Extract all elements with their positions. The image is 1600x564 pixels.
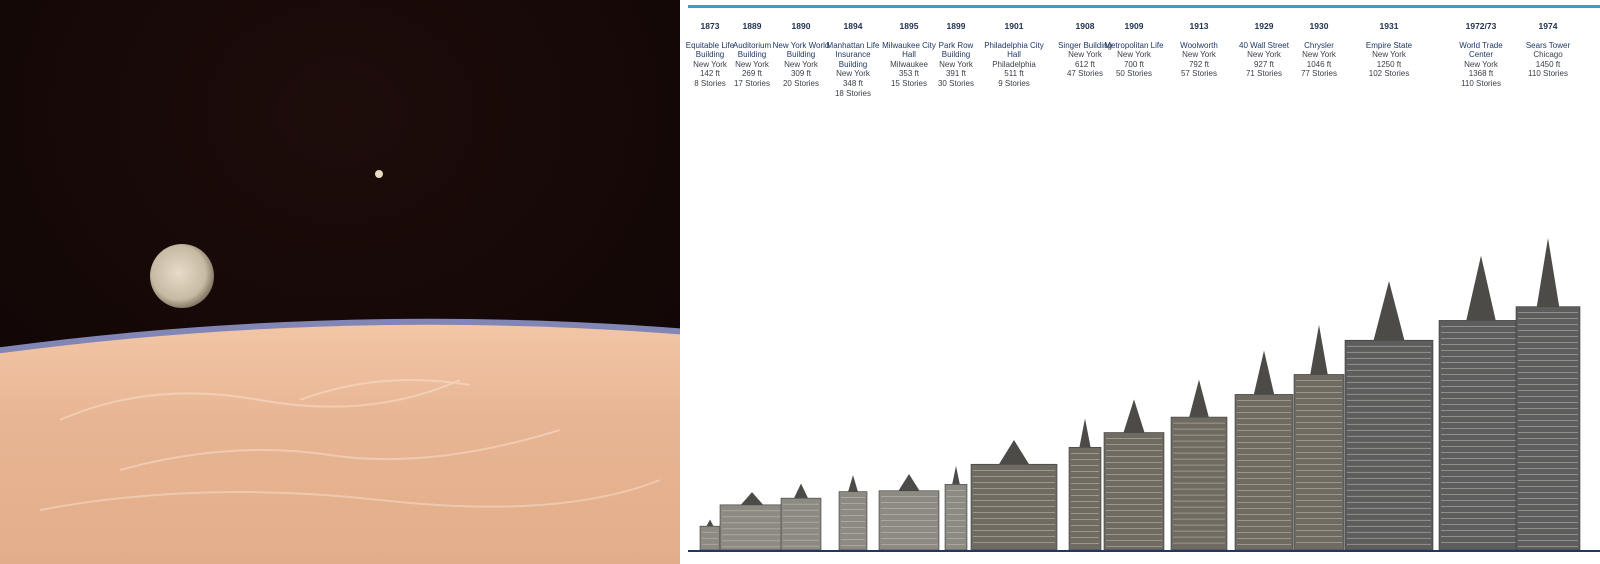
- building-height: 391 ft: [945, 69, 966, 79]
- building-info-column: 1972/73 World Trade Center New York 1368 ft…: [1449, 21, 1513, 89]
- building-silhouette: [878, 474, 940, 551]
- building-silhouette: [1234, 350, 1294, 551]
- building-city: Chicago: [1533, 50, 1563, 60]
- building-info-column: 1901 Philadelphia City Hall Philadelphia 51…: [982, 21, 1046, 89]
- building-height: 1450 ft: [1535, 59, 1561, 69]
- large-moon-icon: [150, 244, 214, 308]
- building-info-column: 1909 Metropolitan Life New York 700 ft 50 St…: [1102, 21, 1166, 79]
- building-silhouette: [1438, 255, 1524, 551]
- skyscraper-infographic: 1873 Equitable Life Building New York 142 f…: [680, 0, 1600, 564]
- building-stories: 110 Stories: [1528, 69, 1568, 79]
- building-city: New York: [1302, 50, 1336, 60]
- building-city: Philadelphia: [992, 59, 1036, 69]
- building-year: 1931: [1379, 21, 1399, 31]
- building-silhouette: [1068, 418, 1102, 551]
- building-city: New York: [939, 59, 973, 69]
- building-name: Park Row Building: [938, 40, 974, 60]
- building-year: 1909: [1124, 21, 1144, 31]
- building-silhouette: [838, 475, 868, 551]
- building-name: Empire State: [1365, 40, 1413, 50]
- building-height: 792 ft: [1188, 59, 1209, 69]
- building-silhouette: [699, 519, 721, 551]
- building-silhouette: [1515, 238, 1581, 551]
- building-city: New York: [836, 69, 870, 79]
- building-city: New York: [1372, 50, 1406, 60]
- building-stories: 102 Stories: [1368, 69, 1410, 79]
- building-name: Manhattan Life Insurance Building: [826, 40, 880, 69]
- small-moon-icon: [375, 170, 383, 178]
- building-height: 511 ft: [1004, 69, 1024, 79]
- building-silhouette: [944, 465, 968, 551]
- building-height: 700 ft: [1123, 59, 1144, 69]
- building-height: 1046 ft: [1306, 59, 1332, 69]
- building-silhouette: [719, 492, 785, 551]
- building-year: 1894: [843, 21, 863, 31]
- building-year: 1972/73: [1465, 21, 1497, 31]
- building-height: 348 ft: [842, 78, 863, 88]
- building-info-column: 1899 Park Row Building New York 391 ft 30 St…: [924, 21, 988, 89]
- building-info-column: 1913 Woolworth New York 792 ft 57 Stories: [1167, 21, 1231, 79]
- planet-horizon-image: [0, 0, 680, 564]
- building-name: Chrysler: [1304, 40, 1334, 50]
- building-stories: 77 Stories: [1300, 69, 1338, 79]
- building-silhouette: [1170, 379, 1228, 551]
- building-info-column: 1974 Sears Tower Chicago 1450 ft 110 Stories: [1516, 21, 1580, 79]
- building-info-column: 1894 Manhattan Life Insurance Building New…: [821, 21, 885, 98]
- building-stories: 110 Stories: [1461, 78, 1501, 88]
- building-stories: 18 Stories: [834, 88, 872, 98]
- building-height: 1250 ft: [1376, 59, 1402, 69]
- building-silhouette: [1293, 324, 1345, 551]
- building-silhouette: [970, 440, 1058, 551]
- building-info-column: 1930 Chrysler New York 1046 ft 77 Stories: [1287, 21, 1351, 79]
- building-silhouette: [1344, 281, 1434, 551]
- building-stories: 9 Stories: [998, 78, 1030, 88]
- building-year: 1974: [1538, 21, 1558, 31]
- building-city: New York: [1182, 50, 1216, 60]
- building-height: 1368 ft: [1468, 69, 1494, 79]
- building-name: Philadelphia City Hall: [984, 40, 1044, 60]
- ground-line: [688, 550, 1600, 552]
- building-city: New York: [1117, 50, 1151, 60]
- building-stories: 57 Stories: [1180, 69, 1218, 79]
- building-stories: 50 Stories: [1115, 69, 1153, 79]
- building-year: 1901: [1004, 21, 1024, 31]
- building-name: Sears Tower: [1525, 40, 1571, 50]
- building-year: 1930: [1309, 21, 1329, 31]
- building-silhouette: [780, 483, 822, 551]
- building-city: New York: [1464, 59, 1498, 69]
- building-name: Woolworth: [1180, 40, 1218, 50]
- building-name: Metropolitan Life: [1104, 40, 1164, 50]
- building-silhouette: [1103, 399, 1165, 551]
- building-name: World Trade Center: [1459, 40, 1503, 60]
- building-year: 1913: [1189, 21, 1209, 31]
- building-stories: 30 Stories: [937, 78, 975, 88]
- building-year: 1899: [946, 21, 966, 31]
- building-info-column: 1931 Empire State New York 1250 ft 102 Stori…: [1357, 21, 1421, 79]
